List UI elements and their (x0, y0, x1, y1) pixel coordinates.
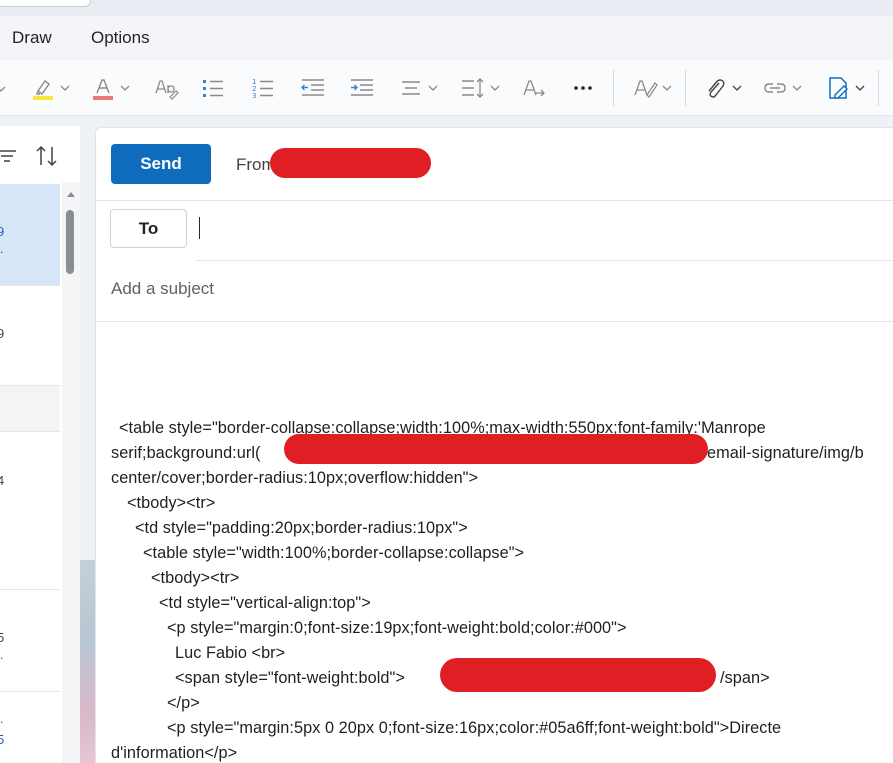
editor-icon (634, 80, 658, 98)
paperclip-icon (708, 79, 725, 98)
scroll-up-arrow-icon[interactable] (66, 190, 76, 198)
clear-formatting-button[interactable] (153, 73, 179, 103)
list-item[interactable]: 9 (0, 286, 60, 386)
body-line: email-signature/img/b (707, 444, 864, 462)
subject-input[interactable]: Add a subject (111, 269, 891, 309)
redacted-title (440, 658, 716, 692)
toolbar-divider (878, 70, 879, 106)
redacted-url (284, 434, 708, 464)
body-line: <table style="width:100%;border-collapse… (143, 544, 525, 562)
chevron-down-icon[interactable] (662, 83, 672, 93)
svg-text:3: 3 (252, 92, 256, 100)
numbering-icon: 1 2 3 (252, 78, 273, 100)
subject-placeholder: Add a subject (111, 279, 215, 298)
tab-options[interactable]: Options (91, 28, 150, 48)
text-direction-button[interactable] (521, 73, 547, 103)
divider (96, 200, 893, 201)
decrease-indent-button[interactable] (299, 73, 327, 103)
font-color-icon (93, 79, 113, 100)
body-line: <p style="margin:0;font-size:19px;font-w… (167, 619, 627, 637)
decrease-indent-icon (301, 79, 324, 96)
body-line: <td style="padding:20px;border-radius:10… (135, 519, 468, 537)
body-line: Luc Fabio <br> (175, 644, 286, 662)
body-line: <tbody><tr> (127, 494, 216, 512)
insert-link-button[interactable] (762, 73, 802, 103)
list-group-header (0, 386, 60, 432)
formatting-toolbar: 1 2 3 (0, 60, 893, 116)
sort-icon[interactable] (35, 145, 59, 167)
chevron-down-icon[interactable] (60, 83, 70, 93)
body-line: serif;background:url( (111, 444, 261, 462)
chevron-down-icon[interactable] (428, 83, 438, 93)
more-icon (574, 86, 592, 90)
attach-file-button[interactable] (702, 73, 742, 103)
highlight-icon (33, 80, 53, 100)
chevron-down-icon[interactable] (732, 83, 742, 93)
message-list-header (0, 126, 80, 182)
list-item[interactable]: . 5 (0, 692, 60, 763)
chevron-down-icon[interactable] (855, 83, 865, 93)
line-spacing-button[interactable] (460, 73, 500, 103)
chevron-down-icon[interactable] (490, 83, 500, 93)
redacted-sender (270, 148, 431, 178)
send-button[interactable]: Send (111, 144, 211, 184)
link-icon (764, 83, 786, 93)
list-item[interactable]: 9 . (0, 184, 60, 286)
signature-button[interactable] (825, 73, 865, 103)
toolbar-divider (613, 70, 614, 106)
highlight-button[interactable] (30, 73, 70, 103)
list-item[interactable]: 4 (0, 432, 60, 590)
numbering-button[interactable]: 1 2 3 (250, 73, 276, 103)
ribbon-tabs: Draw Options (0, 16, 893, 60)
text-direction-icon (523, 80, 545, 97)
more-options-button[interactable] (571, 73, 595, 103)
body-line: center/cover;border-radius:10px;overflow… (111, 469, 479, 487)
body-line: d'information</p> (111, 744, 238, 762)
to-button[interactable]: To (110, 209, 187, 248)
body-line: /span> (720, 669, 770, 687)
to-recipients-input[interactable] (196, 210, 893, 250)
line-spacing-icon (462, 78, 484, 98)
body-line: <td style="vertical-align:top"> (159, 594, 371, 612)
increase-indent-button[interactable] (348, 73, 376, 103)
body-line: <p style="margin:5px 0 20px 0;font-size:… (167, 719, 782, 737)
filter-icon[interactable] (0, 148, 18, 164)
align-icon (402, 81, 420, 95)
top-tab-strip (0, 0, 893, 16)
font-color-button[interactable] (90, 73, 130, 103)
bullets-icon (203, 80, 223, 97)
text-cursor (199, 217, 200, 239)
increase-indent-icon (351, 79, 373, 96)
list-item[interactable]: 5 . (0, 590, 60, 692)
signature-icon (829, 77, 848, 99)
message-list-pane: 9 . 9 4 5 . . 5 (0, 126, 80, 763)
bullets-button[interactable] (200, 73, 226, 103)
editor-button[interactable] (632, 73, 672, 103)
clear-formatting-icon (155, 80, 179, 100)
divider (196, 260, 893, 261)
window-tab[interactable] (0, 0, 91, 7)
body-line: <tbody><tr> (151, 569, 240, 587)
tab-draw[interactable]: Draw (12, 28, 52, 48)
body-line: </p> (167, 694, 200, 712)
scrollbar-thumb[interactable] (66, 210, 74, 274)
body-line: <span style="font-weight:bold"> (175, 669, 405, 687)
chevron-down-icon[interactable] (120, 83, 130, 93)
compose-pane: Send From To Add a subject <table style=… (95, 127, 893, 763)
chevron-down-icon[interactable] (0, 84, 6, 94)
chevron-down-icon[interactable] (792, 83, 802, 93)
toolbar-divider (685, 70, 686, 106)
align-button[interactable] (398, 73, 438, 103)
message-body-editor[interactable]: <table style="border-collapse:collapse;w… (96, 320, 893, 763)
